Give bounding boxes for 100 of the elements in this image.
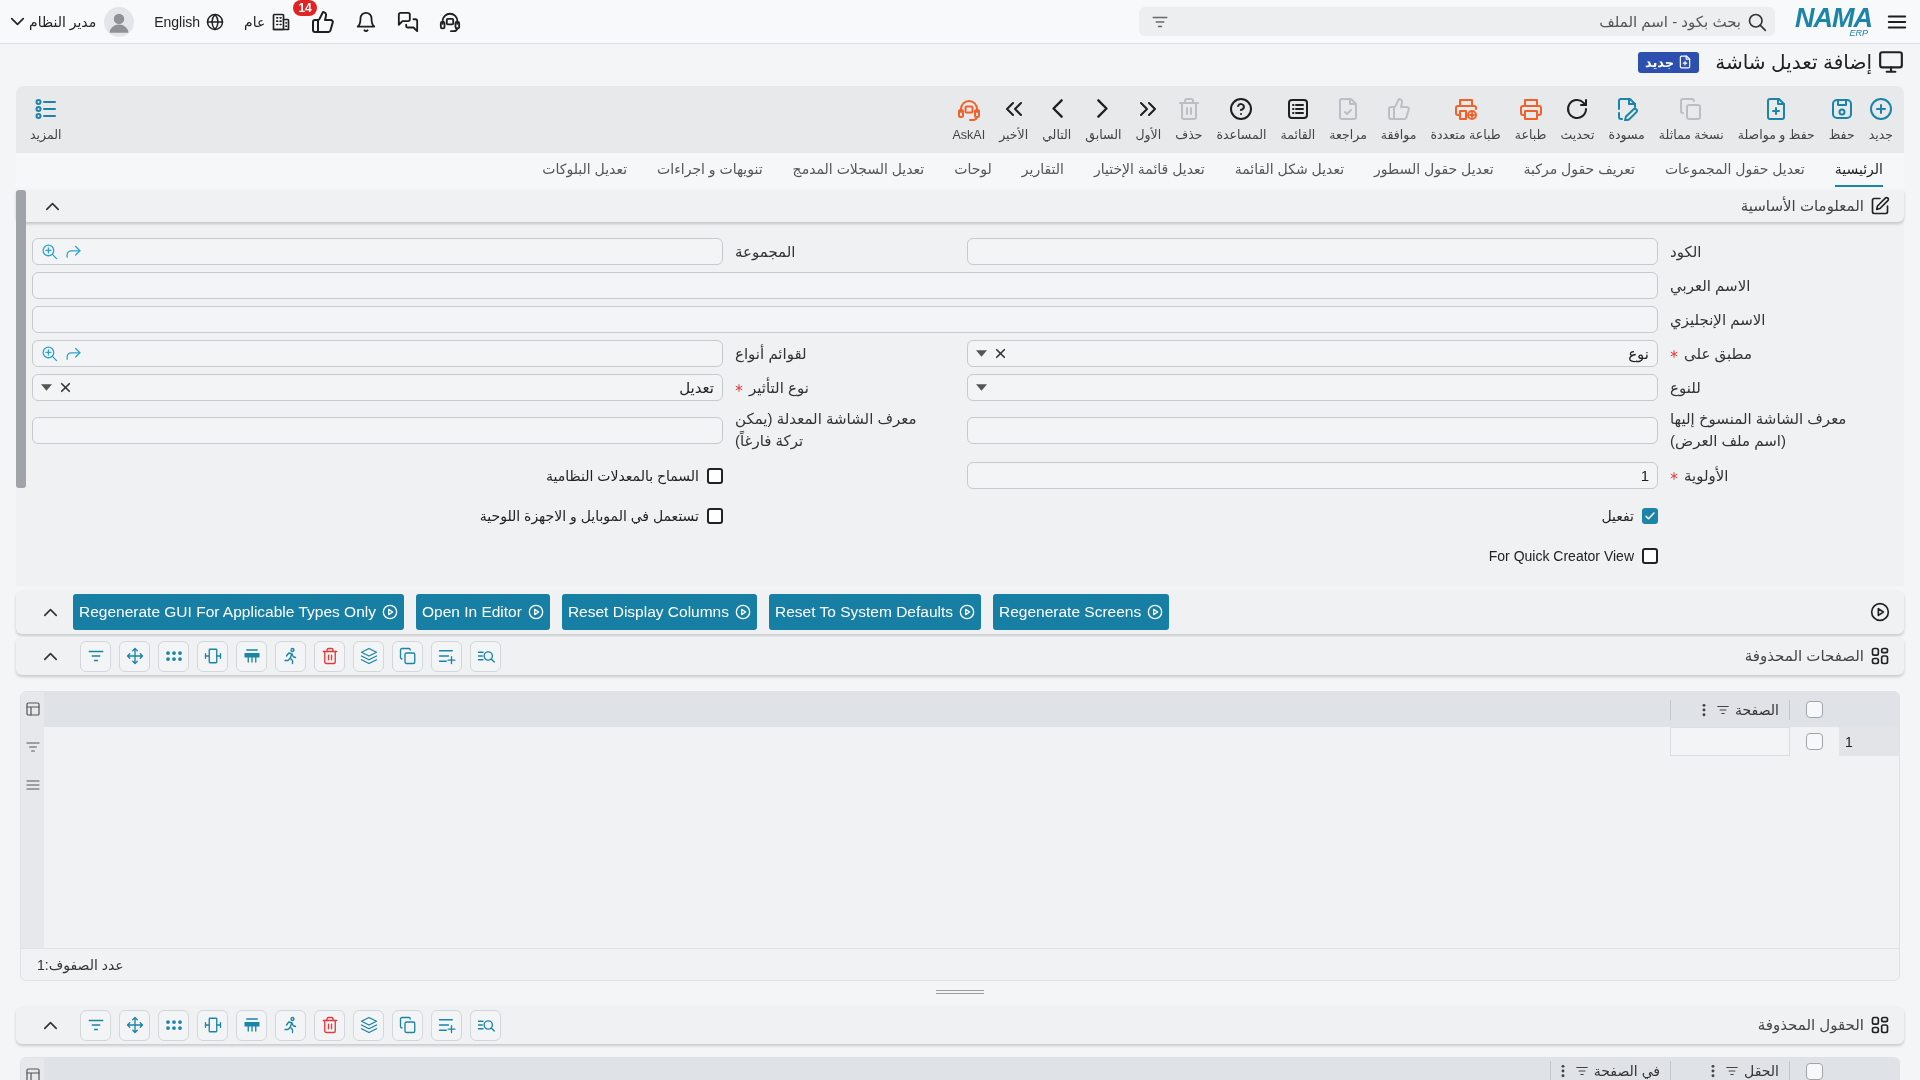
grid-tool-button[interactable] (197, 640, 228, 672)
tab[interactable]: الرئيسية (1834, 153, 1883, 187)
thumbs-up-icon (311, 9, 336, 34)
tab[interactable]: لوحات (954, 153, 992, 187)
action-button[interactable]: Reset To System Defaults (769, 594, 982, 630)
tab[interactable]: تعديل قائمة الإختيار (1093, 153, 1205, 187)
grid-tool-button[interactable] (119, 640, 150, 672)
text-field[interactable]: 1 (967, 462, 1658, 489)
scrollbar[interactable] (16, 190, 26, 488)
grid-tool-button[interactable] (353, 640, 384, 672)
grid-tool-button[interactable] (80, 640, 111, 672)
grid-tool-button[interactable] (314, 640, 345, 672)
messages-button[interactable] (397, 10, 420, 33)
zoom-in-icon[interactable] (41, 345, 58, 362)
caret-down-icon[interactable] (976, 350, 987, 357)
more-button[interactable]: المزيد (20, 86, 72, 153)
toolbar-button[interactable]: جديد (1861, 86, 1900, 153)
toolbar-button[interactable]: المساعدة (1209, 86, 1274, 153)
tab[interactable]: تنويهات و اجراءات (657, 153, 763, 187)
select-field[interactable]: نوع (967, 340, 1658, 367)
resize-handle[interactable] (936, 990, 984, 994)
filter-icon[interactable] (1574, 1064, 1589, 1078)
user-menu-button[interactable]: مدير النظام (10, 13, 97, 30)
grid-tool-button[interactable] (158, 640, 189, 672)
text-field[interactable] (967, 238, 1658, 265)
text-field[interactable] (32, 306, 1658, 333)
tab[interactable]: تعديل حقول السطور (1374, 153, 1494, 187)
column-header[interactable]: الحقل (1744, 1063, 1779, 1079)
grid-tool-button[interactable] (353, 1009, 384, 1041)
ai-assistant-button[interactable] (439, 10, 462, 33)
text-field[interactable] (967, 416, 1658, 444)
select-field[interactable] (967, 374, 1658, 401)
grid-tool-button[interactable] (158, 1009, 189, 1041)
action-button[interactable]: Regenerate GUI For Applicable Types Only (73, 594, 404, 630)
grid-tool-button[interactable] (236, 640, 267, 672)
toolbar-button[interactable]: طباعة متعددة (1423, 86, 1508, 153)
tab[interactable]: التقارير (1021, 153, 1064, 187)
text-field[interactable] (32, 272, 1658, 299)
lookup-field[interactable] (32, 340, 723, 367)
tab[interactable]: تعديل حقول المجموعات (1664, 153, 1805, 187)
approvals-button[interactable] (311, 9, 336, 34)
grid-tool-button[interactable] (392, 1009, 423, 1041)
lookup-field[interactable] (32, 238, 723, 265)
forward-arrow-icon[interactable] (65, 345, 82, 362)
toolbar-button[interactable]: مسودة (1601, 86, 1652, 153)
filter-icon[interactable] (1725, 1064, 1740, 1078)
menu-icon[interactable] (24, 777, 41, 793)
language-button[interactable]: English (154, 12, 225, 31)
toolbar-button[interactable]: AskAI (945, 86, 993, 153)
zoom-in-icon[interactable] (41, 243, 58, 260)
grid-tool-button[interactable] (470, 640, 501, 672)
grid-tool-button[interactable] (275, 640, 306, 672)
table-icon[interactable] (24, 1067, 41, 1080)
tab[interactable]: تعريف حقول مركبة (1523, 153, 1635, 187)
toolbar-button[interactable]: القائمة (1273, 86, 1323, 153)
grid-tool-button[interactable] (119, 1009, 150, 1041)
grid-tool-button[interactable] (470, 1009, 501, 1041)
toolbar-button[interactable]: الأخير (992, 86, 1036, 153)
select-field[interactable]: تعديل (32, 374, 723, 401)
grid-tool-button[interactable] (275, 1009, 306, 1041)
action-button[interactable]: Regenerate Screens (993, 594, 1170, 630)
select-all-checkbox[interactable] (1806, 701, 1823, 718)
tab[interactable]: تعديل البلوكات (542, 153, 628, 187)
grid-tool-button[interactable] (431, 640, 462, 672)
caret-down-icon[interactable] (41, 384, 52, 391)
grid-tool-button[interactable] (236, 1009, 267, 1041)
caret-down-icon[interactable] (976, 384, 987, 391)
checkbox[interactable] (1642, 547, 1658, 564)
grid-tool-button[interactable] (431, 1009, 462, 1041)
table-icon[interactable] (24, 701, 41, 717)
action-button[interactable]: Open In Editor (415, 594, 550, 630)
select-all-checkbox[interactable] (1806, 1062, 1823, 1080)
forward-arrow-icon[interactable] (65, 243, 82, 260)
column-header[interactable]: الصفحة (1735, 701, 1779, 718)
tab[interactable]: تعديل شكل القائمة (1234, 153, 1345, 187)
toolbar-button[interactable]: تحديث (1553, 86, 1602, 153)
clear-icon[interactable] (59, 381, 72, 394)
checkbox[interactable] (707, 467, 723, 484)
play-circle-icon[interactable] (1870, 602, 1890, 622)
clear-icon[interactable] (994, 347, 1007, 360)
toolbar-button[interactable]: طباعة (1507, 86, 1554, 153)
toolbar-button[interactable]: حفظ و مواصلة (1730, 86, 1822, 153)
toolbar-button[interactable]: السابق (1078, 86, 1129, 153)
row-checkbox[interactable] (1806, 733, 1823, 750)
company-button[interactable]: عام (244, 11, 292, 32)
toolbar-button[interactable]: التالي (1035, 86, 1079, 153)
search-field[interactable]: بحث بكود - اسم الملف (1139, 7, 1775, 36)
checkbox[interactable] (707, 507, 723, 524)
text-field[interactable] (32, 416, 723, 444)
grid-tool-button[interactable] (197, 1009, 228, 1041)
action-button[interactable]: Reset Display Columns (561, 594, 757, 630)
grid-tool-button[interactable] (314, 1009, 345, 1041)
grid-tool-button[interactable] (80, 1009, 111, 1041)
checkbox[interactable] (1642, 507, 1658, 524)
toolbar-button[interactable]: حفظ (1821, 86, 1862, 153)
toolbar-button[interactable]: الأول (1128, 86, 1169, 153)
tab[interactable]: تعديل السجلات المدمج (792, 153, 925, 187)
notifications-button[interactable] (355, 10, 378, 33)
column-header[interactable]: في الصفحة (1593, 1063, 1660, 1079)
grid-tool-button[interactable] (392, 640, 423, 672)
